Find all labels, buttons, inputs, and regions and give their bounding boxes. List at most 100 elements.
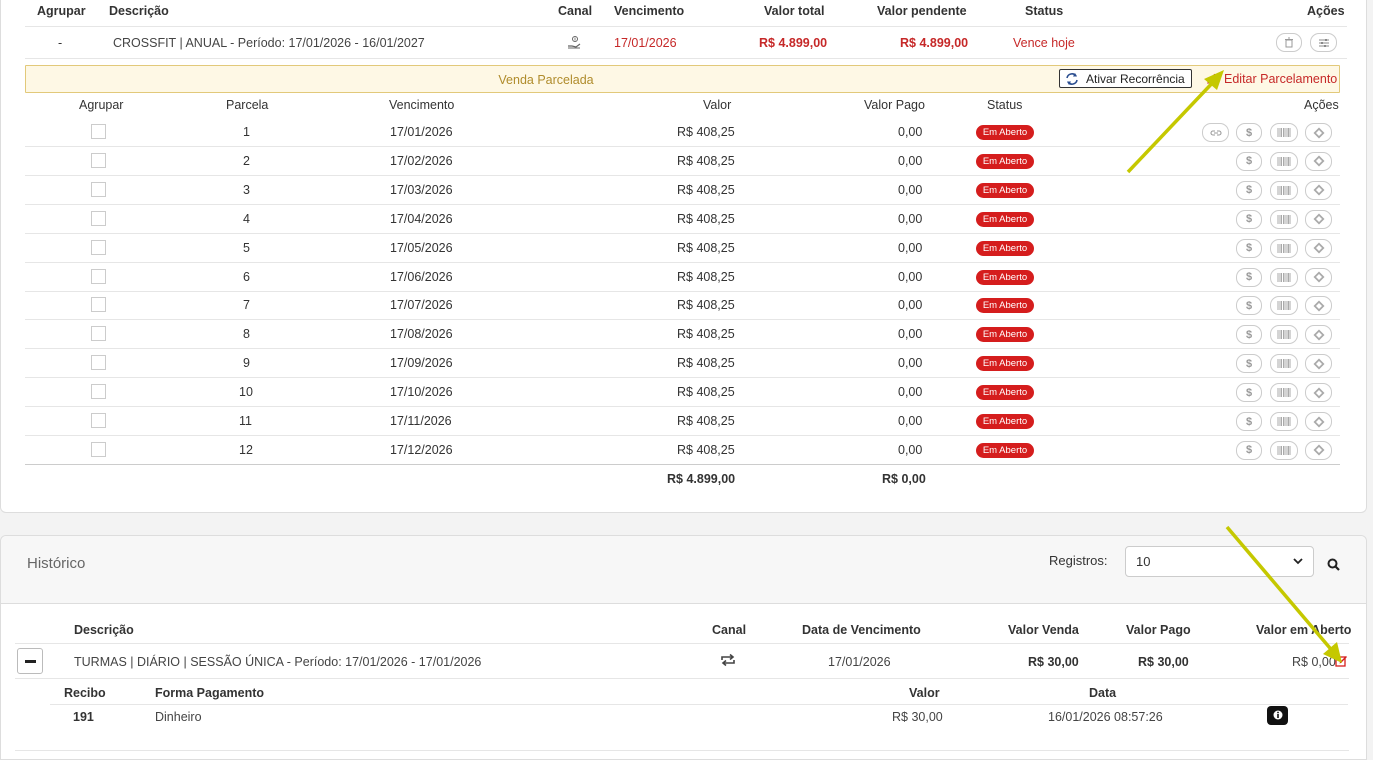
pay-button[interactable]: $ xyxy=(1236,238,1262,258)
hist-header-data-vencimento: Data de Vencimento xyxy=(802,623,921,637)
barcode-icon xyxy=(1277,388,1291,398)
pay-button[interactable]: $ xyxy=(1236,440,1262,460)
boleto-button[interactable] xyxy=(1270,440,1298,460)
hist-header-canal: Canal xyxy=(712,623,747,637)
barcode-icon xyxy=(1277,445,1291,455)
installment-due-date: 17/04/2026 xyxy=(390,211,453,226)
group-checkbox[interactable] xyxy=(91,297,106,313)
settings-button[interactable] xyxy=(1310,33,1337,52)
barcode-icon xyxy=(1277,359,1291,369)
installment-paid-value: 0,00 xyxy=(898,414,923,428)
pix-button[interactable] xyxy=(1305,440,1332,460)
boleto-button[interactable] xyxy=(1270,296,1298,316)
group-checkbox[interactable] xyxy=(91,441,106,457)
installment-value: R$ 408,25 xyxy=(677,327,735,342)
pay-button[interactable]: $ xyxy=(1236,412,1262,431)
divider xyxy=(25,406,1340,408)
boleto-button[interactable] xyxy=(1270,267,1298,287)
group-checkbox[interactable] xyxy=(91,239,106,255)
pay-button[interactable]: $ xyxy=(1236,267,1262,287)
pay-button[interactable]: $ xyxy=(1236,123,1262,142)
pix-icon xyxy=(1313,155,1324,167)
header-valor-pendente: Valor pendente xyxy=(877,4,967,18)
pix-button[interactable] xyxy=(1305,209,1332,229)
group-checkbox[interactable] xyxy=(91,326,106,342)
dollar-icon: $ xyxy=(1245,328,1253,341)
boleto-button[interactable] xyxy=(1270,238,1298,258)
divider xyxy=(25,290,1340,292)
installment-number: 11 xyxy=(239,414,252,428)
barcode-icon xyxy=(1277,243,1291,253)
pay-button[interactable]: $ xyxy=(1236,209,1262,229)
group-checkbox[interactable] xyxy=(91,181,106,197)
pay-button[interactable]: $ xyxy=(1236,383,1262,403)
installment-value: R$ 408,25 xyxy=(677,211,735,226)
group-checkbox[interactable] xyxy=(91,355,106,371)
pix-button[interactable] xyxy=(1305,123,1332,142)
collapse-button[interactable] xyxy=(17,648,43,674)
installment-paid-value: 0,00 xyxy=(898,125,923,139)
installment-paid-value: 0,00 xyxy=(898,182,923,197)
delete-button[interactable] xyxy=(1276,33,1302,52)
installment-number: 8 xyxy=(243,327,250,342)
group-checkbox[interactable] xyxy=(91,413,106,428)
boleto-button[interactable] xyxy=(1270,412,1298,431)
history-card: Histórico Registros: 10 xyxy=(0,535,1367,760)
divider xyxy=(25,203,1340,205)
installment-paid-value: 0,00 xyxy=(898,327,923,342)
dollar-icon: $ xyxy=(1245,357,1253,370)
boleto-button[interactable] xyxy=(1270,209,1298,229)
pix-button[interactable] xyxy=(1305,354,1332,374)
hist-header-valor-pago: Valor Pago xyxy=(1126,623,1191,637)
pix-button[interactable] xyxy=(1305,180,1332,200)
pix-icon xyxy=(1313,416,1324,427)
pix-button[interactable] xyxy=(1305,296,1332,316)
status-badge: Em Aberto xyxy=(976,269,1034,285)
installment-due-date: 17/03/2026 xyxy=(390,182,453,197)
pix-button[interactable] xyxy=(1305,325,1332,345)
group-checkbox[interactable] xyxy=(91,384,106,400)
installment-paid-value: 0,00 xyxy=(898,211,923,226)
boleto-button[interactable] xyxy=(1270,325,1298,345)
divider xyxy=(15,643,1349,644)
pix-button[interactable] xyxy=(1305,238,1332,258)
installment-paid-value: 0,00 xyxy=(898,269,923,284)
status-badge: Em Aberto xyxy=(976,182,1034,198)
barcode-icon xyxy=(1277,214,1291,224)
installment-due-date: 17/11/2026 xyxy=(390,414,452,428)
pix-button[interactable] xyxy=(1305,383,1332,403)
pay-button[interactable]: $ xyxy=(1236,296,1262,316)
divider xyxy=(50,704,1348,705)
group-checkbox[interactable] xyxy=(91,124,106,139)
group-checkbox[interactable] xyxy=(91,268,106,284)
installment-number: 5 xyxy=(243,240,250,255)
installment-paid-value: 0,00 xyxy=(898,442,923,457)
history-due-date: 17/01/2026 xyxy=(828,655,891,669)
boleto-button[interactable] xyxy=(1270,123,1298,142)
header-status: Status xyxy=(1025,4,1064,18)
hand-money-icon xyxy=(566,34,582,53)
boleto-button[interactable] xyxy=(1270,383,1298,403)
boleto-button[interactable] xyxy=(1270,180,1298,200)
pay-button[interactable]: $ xyxy=(1236,180,1262,200)
pay-button[interactable]: $ xyxy=(1236,354,1262,374)
group-checkbox[interactable] xyxy=(91,210,106,226)
header-descricao: Descrição xyxy=(109,4,169,18)
boleto-button[interactable] xyxy=(1270,354,1298,374)
sale-total-value: R$ 4.899,00 xyxy=(759,36,828,50)
group-checkbox[interactable] xyxy=(91,152,106,168)
payment-date: 16/01/2026 08:57:26 xyxy=(1048,710,1163,724)
pix-icon xyxy=(1313,329,1324,341)
divider xyxy=(25,58,1347,59)
header-vencimento: Vencimento xyxy=(614,4,685,18)
pix-button[interactable] xyxy=(1305,412,1332,431)
status-badge: Em Aberto xyxy=(976,153,1034,169)
pix-button[interactable] xyxy=(1305,151,1332,171)
pix-button[interactable] xyxy=(1305,267,1332,287)
info-button[interactable] xyxy=(1267,706,1288,725)
pay-button[interactable]: $ xyxy=(1236,325,1262,345)
pay-button[interactable]: $ xyxy=(1236,151,1262,171)
recurrence-icon xyxy=(1066,72,1078,85)
boleto-button[interactable] xyxy=(1270,151,1298,171)
pix-icon xyxy=(1313,300,1324,312)
